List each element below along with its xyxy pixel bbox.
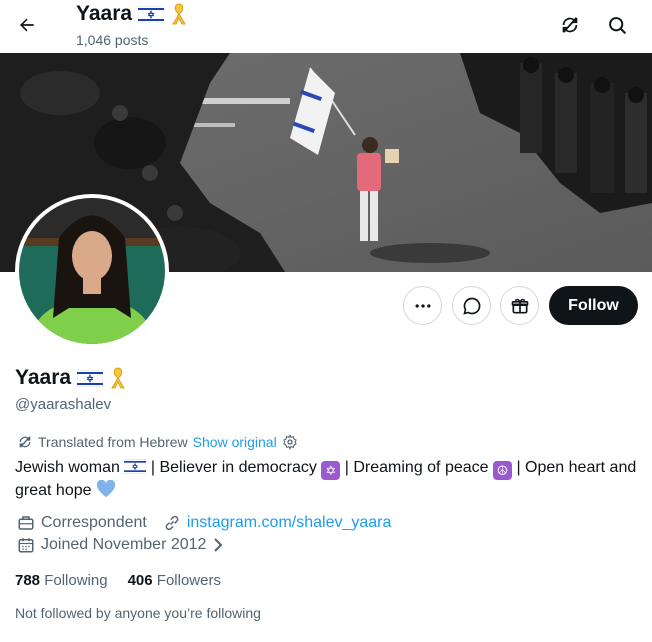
profile-bio: Jewish woman | Believer in democracy ✡ |… [15, 457, 640, 502]
blue-heart-icon [96, 479, 116, 498]
follow-button[interactable]: Follow [549, 286, 638, 325]
joined-date: Joined November 2012 [41, 536, 207, 553]
followers-count: 406 [127, 572, 153, 589]
message-button[interactable] [452, 286, 491, 325]
bio-part-1: Jewish woman [15, 459, 120, 476]
search-icon [608, 16, 626, 34]
gift-button[interactable] [500, 286, 539, 325]
star-of-david-icon: ✡ [321, 461, 341, 480]
chevron-right-icon [214, 538, 223, 552]
message-icon [462, 297, 480, 315]
gear-icon[interactable] [282, 434, 298, 450]
yellow-ribbon-icon [172, 3, 186, 25]
not-followed-notice: Not followed by anyone you’re following [15, 605, 261, 621]
translation-notice: Translated from Hebrew Show original [17, 434, 298, 450]
profile-handle: @yaarashalev [15, 396, 112, 413]
calendar-icon [18, 538, 34, 553]
back-button[interactable] [10, 8, 44, 42]
occupation: Correspondent [41, 514, 147, 531]
search-button[interactable] [600, 8, 634, 42]
bio-part-3: | Dreaming of peace [344, 459, 489, 476]
yellow-ribbon-icon [111, 367, 125, 389]
israel-flag-icon [124, 459, 147, 474]
followers-stat[interactable]: 406 Followers [128, 572, 221, 589]
briefcase-icon [18, 516, 34, 530]
more-button[interactable] [403, 286, 442, 325]
gift-icon [511, 298, 528, 313]
followers-label: Followers [156, 572, 221, 589]
translate-icon [19, 436, 31, 448]
translated-label: Translated from Hebrew [38, 434, 188, 450]
following-label: Following [44, 572, 108, 589]
following-stat[interactable]: 788 Following [15, 572, 108, 589]
following-count: 788 [15, 572, 41, 589]
profile-meta-row: Correspondent instagram.com/shalev_yaara [17, 514, 391, 532]
post-count: 1,046 posts [76, 32, 149, 48]
translate-icon [562, 17, 578, 33]
israel-flag-icon [138, 5, 165, 23]
translate-toggle-button[interactable] [553, 8, 587, 42]
link-icon [165, 515, 179, 531]
joined-row[interactable]: Joined November 2012 [17, 536, 224, 554]
avatar-image [19, 198, 165, 344]
header-title: Yaara [76, 2, 188, 26]
avatar[interactable] [15, 194, 169, 348]
more-horizontal-icon [415, 303, 430, 308]
peace-symbol-icon: ☮ [493, 461, 512, 480]
israel-flag-icon [77, 369, 104, 387]
follow-stats: 788 Following 406 Followers [15, 572, 221, 589]
profile-name-row: Yaara [15, 366, 127, 390]
arrow-left-icon [20, 18, 34, 32]
profile-name: Yaara [15, 366, 72, 389]
profile-header: Yaara 1,046 posts [0, 0, 652, 52]
header-name: Yaara [76, 2, 133, 25]
bio-part-2: | Believer in democracy [150, 459, 317, 476]
show-original-link[interactable]: Show original [193, 434, 277, 450]
website-link[interactable]: instagram.com/shalev_yaara [187, 514, 392, 532]
